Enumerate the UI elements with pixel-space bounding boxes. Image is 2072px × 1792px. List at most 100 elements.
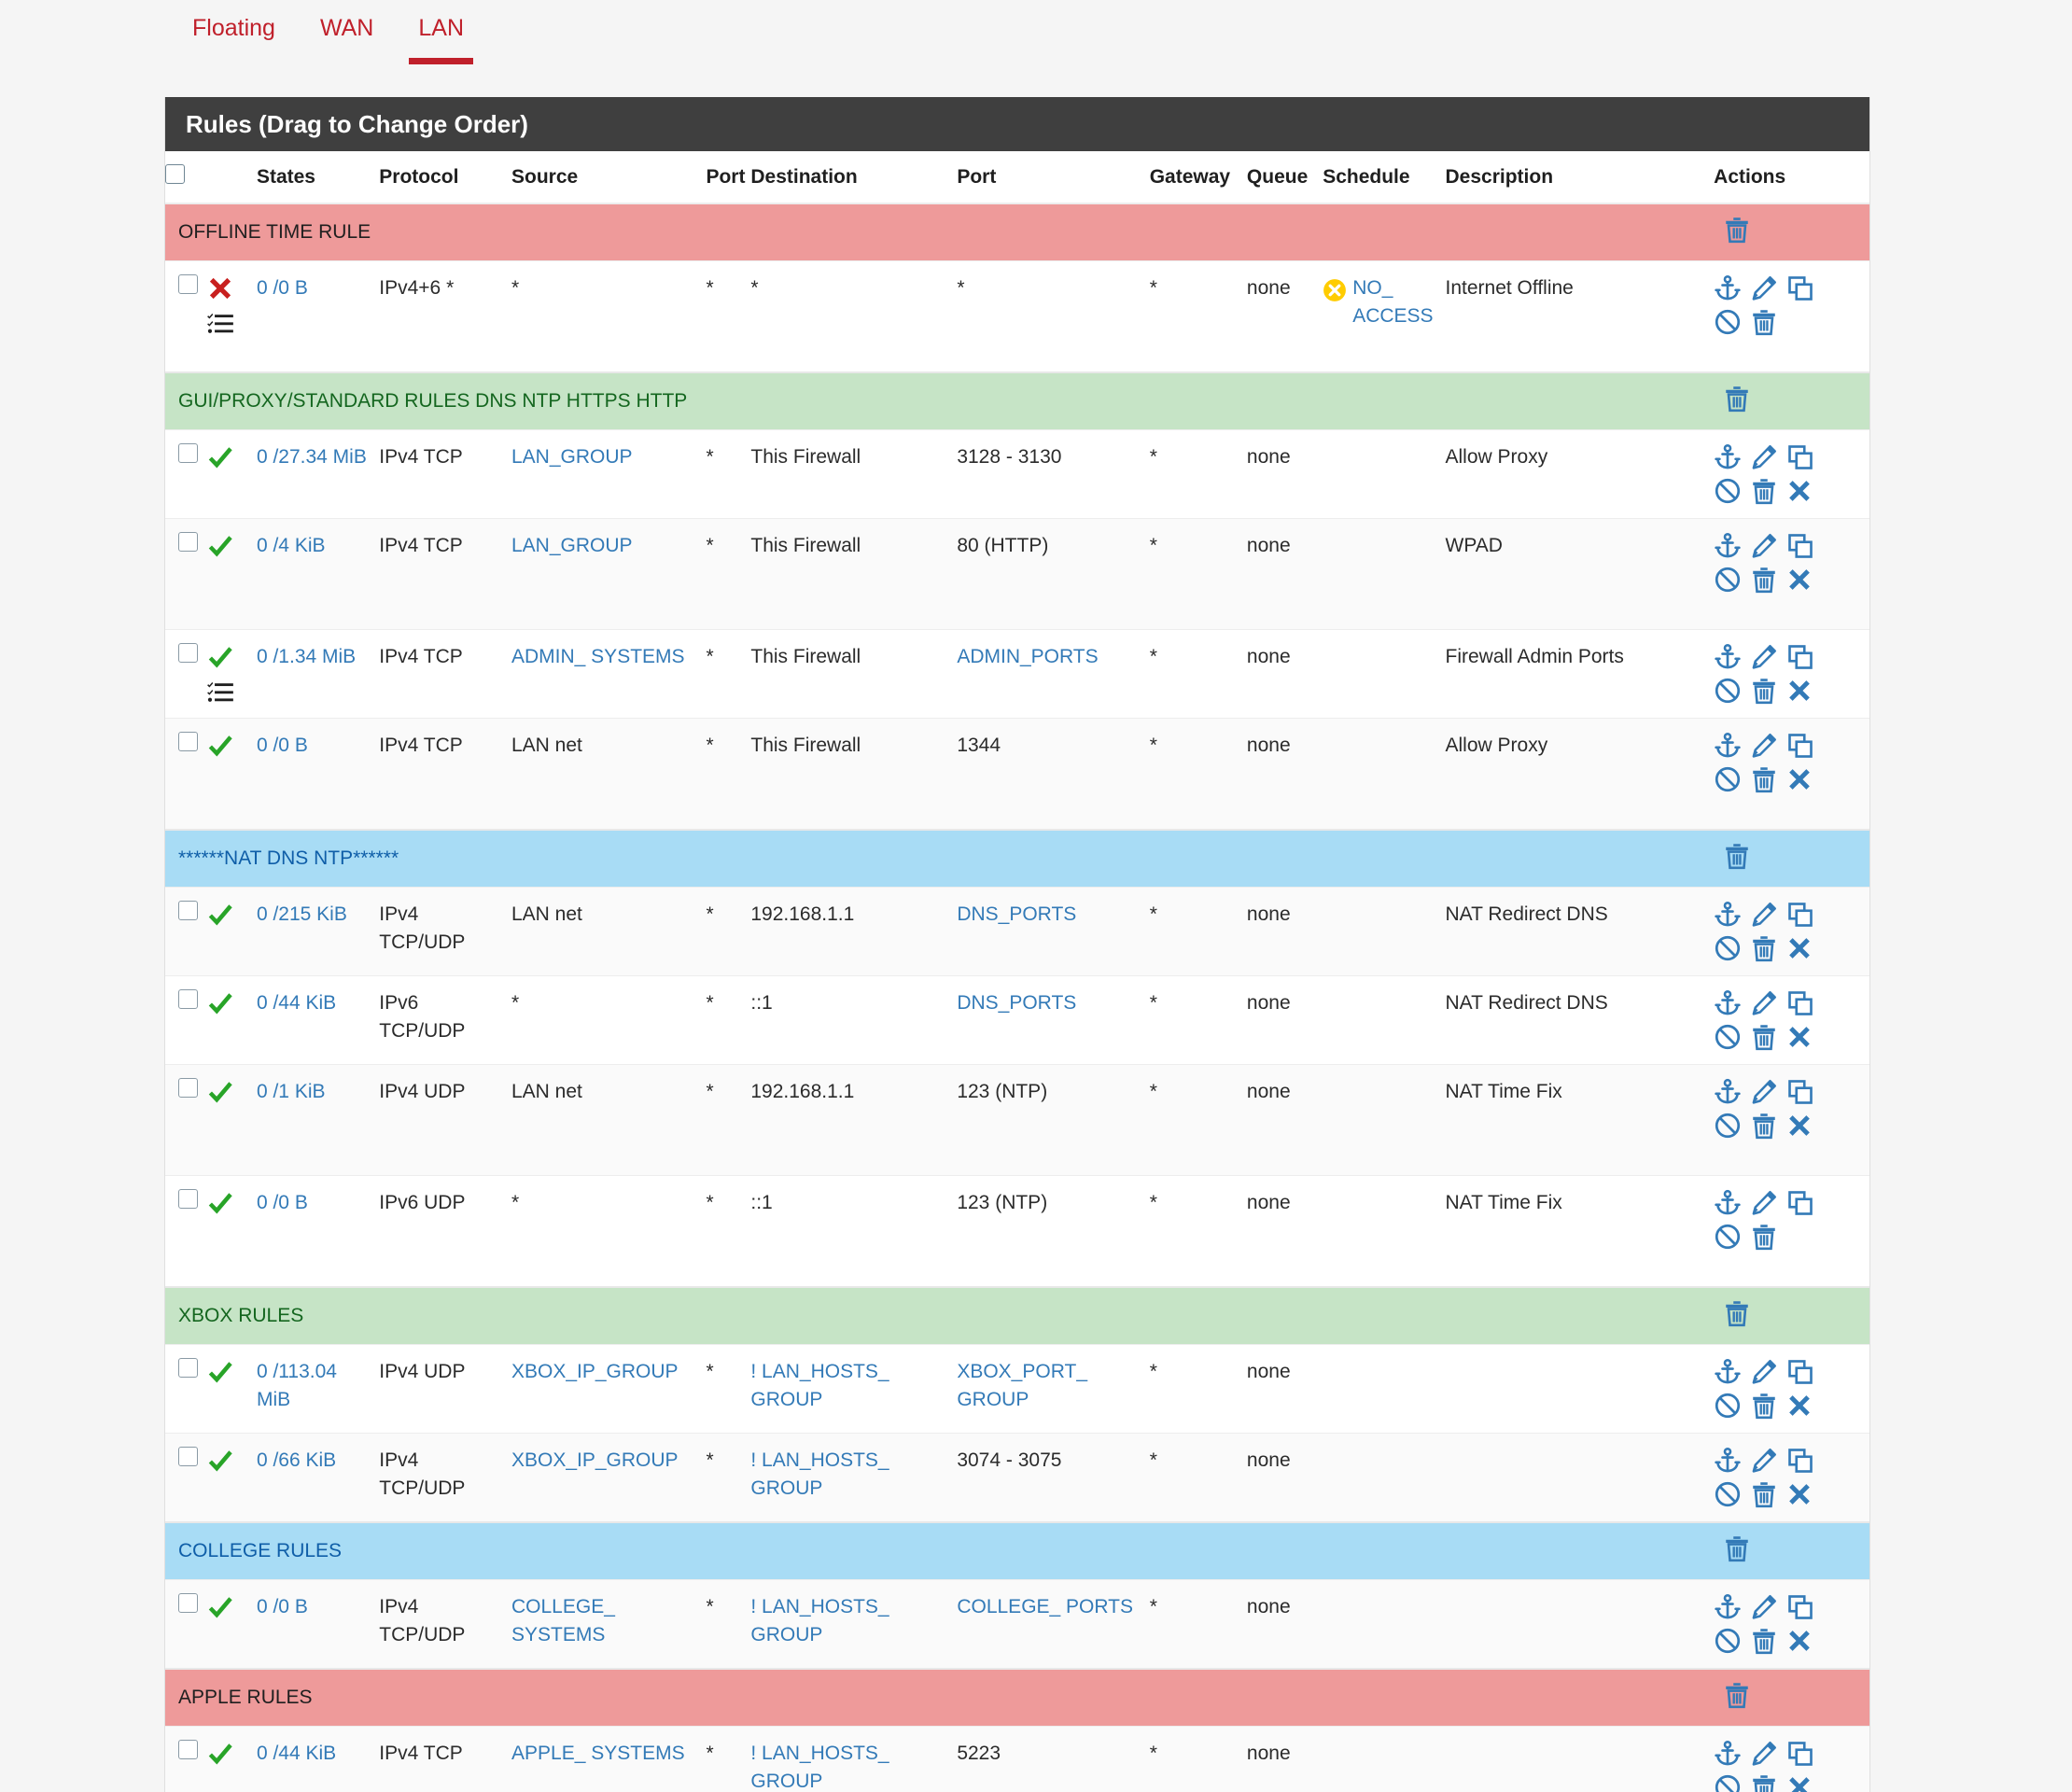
copy-icon[interactable]	[1786, 532, 1814, 560]
pencil-icon[interactable]	[1750, 1740, 1778, 1768]
table-row[interactable]: 0 /1.34 MiB IPv4 TCP ADMIN_ SYSTEMS * This F…	[165, 629, 1869, 719]
ban-icon[interactable]	[1714, 1627, 1742, 1655]
rule-destination-link[interactable]: ! LAN_HOSTS_ GROUP	[750, 1449, 889, 1499]
copy-icon[interactable]	[1786, 1078, 1814, 1106]
trash-icon[interactable]	[1723, 1681, 1751, 1709]
ban-icon[interactable]	[1714, 1480, 1742, 1508]
anchor-icon[interactable]	[1714, 1447, 1742, 1475]
rule-source-link[interactable]: XBOX_IP_GROUP	[511, 1449, 679, 1471]
tab-floating[interactable]: Floating	[170, 0, 298, 55]
x-icon[interactable]	[1786, 1113, 1813, 1139]
ban-icon[interactable]	[1714, 1223, 1742, 1251]
anchor-icon[interactable]	[1714, 1358, 1742, 1386]
trash-icon[interactable]	[1750, 934, 1778, 962]
copy-icon[interactable]	[1786, 443, 1814, 471]
ban-icon[interactable]	[1714, 477, 1742, 505]
ban-icon[interactable]	[1714, 1112, 1742, 1140]
table-row[interactable]: 0 /0 B IPv4+6 * * * * * * none NO_ ACCESS Interne…	[165, 260, 1869, 372]
anchor-icon[interactable]	[1714, 532, 1742, 560]
tab-wan[interactable]: WAN	[298, 0, 396, 55]
trash-icon[interactable]	[1750, 308, 1778, 336]
trash-icon[interactable]	[1723, 842, 1751, 870]
row-checkbox[interactable]	[178, 1593, 198, 1613]
pencil-icon[interactable]	[1750, 443, 1778, 471]
states-link[interactable]: 0 /1 KiB	[257, 1081, 326, 1102]
row-checkbox[interactable]	[178, 274, 198, 294]
states-link[interactable]: 0 /0 B	[257, 735, 308, 756]
ban-icon[interactable]	[1714, 934, 1742, 962]
rule-dest-port-link[interactable]: COLLEGE_ PORTS	[957, 1596, 1133, 1617]
trash-icon[interactable]	[1750, 1627, 1778, 1655]
rule-dest-port-link[interactable]: ADMIN_PORTS	[957, 646, 1098, 667]
x-icon[interactable]	[1786, 935, 1813, 961]
x-icon[interactable]	[1786, 1393, 1813, 1419]
anchor-icon[interactable]	[1714, 732, 1742, 760]
rule-dest-port-link[interactable]: DNS_PORTS	[957, 903, 1076, 925]
x-icon[interactable]	[1786, 766, 1813, 792]
anchor-icon[interactable]	[1714, 643, 1742, 671]
rule-dest-port-link[interactable]: DNS_PORTS	[957, 992, 1076, 1014]
x-icon[interactable]	[1786, 678, 1813, 704]
ban-icon[interactable]	[1714, 566, 1742, 594]
x-icon[interactable]	[1786, 1024, 1813, 1050]
row-checkbox[interactable]	[178, 1358, 198, 1378]
rule-destination-link[interactable]: ! LAN_HOSTS_ GROUP	[750, 1743, 889, 1792]
copy-icon[interactable]	[1786, 1593, 1814, 1621]
pencil-icon[interactable]	[1750, 274, 1778, 302]
table-row[interactable]: 0 /27.34 MiB IPv4 TCP LAN_GROUP * This Firew…	[165, 429, 1869, 519]
row-checkbox[interactable]	[178, 1447, 198, 1466]
states-link[interactable]: 0 /4 KiB	[257, 535, 326, 556]
trash-icon[interactable]	[1723, 1534, 1751, 1562]
trash-icon[interactable]	[1750, 1480, 1778, 1508]
states-link[interactable]: 0 /44 KiB	[257, 1743, 336, 1764]
row-checkbox[interactable]	[178, 443, 198, 463]
pencil-icon[interactable]	[1750, 989, 1778, 1017]
trash-icon[interactable]	[1750, 765, 1778, 793]
copy-icon[interactable]	[1786, 274, 1814, 302]
trash-icon[interactable]	[1750, 1223, 1778, 1251]
schedule-link[interactable]: NO_ ACCESS	[1352, 274, 1439, 330]
table-row[interactable]: 0 /215 KiB IPv4 TCP/UDP LAN net * 192.168.1.…	[165, 887, 1869, 976]
pencil-icon[interactable]	[1750, 901, 1778, 929]
table-row[interactable]: 0 /44 KiB IPv6 TCP/UDP * *::1 DNS_PORTS * none…	[165, 975, 1869, 1065]
anchor-icon[interactable]	[1714, 443, 1742, 471]
states-link[interactable]: 0 /0 B	[257, 277, 308, 299]
anchor-icon[interactable]	[1714, 901, 1742, 929]
copy-icon[interactable]	[1786, 901, 1814, 929]
copy-icon[interactable]	[1786, 732, 1814, 760]
trash-icon[interactable]	[1723, 1299, 1751, 1327]
row-checkbox[interactable]	[178, 732, 198, 751]
copy-icon[interactable]	[1786, 643, 1814, 671]
row-checkbox[interactable]	[178, 1189, 198, 1209]
ban-icon[interactable]	[1714, 308, 1742, 336]
ban-icon[interactable]	[1714, 677, 1742, 705]
rule-source-link[interactable]: LAN_GROUP	[511, 535, 633, 556]
anchor-icon[interactable]	[1714, 989, 1742, 1017]
trash-icon[interactable]	[1750, 677, 1778, 705]
table-row[interactable]: 0 /66 KiB IPv4 TCP/UDP XBOX_IP_GROUP * ! LAN…	[165, 1433, 1869, 1522]
x-icon[interactable]	[1786, 567, 1813, 593]
trash-icon[interactable]	[1750, 1773, 1778, 1792]
rule-dest-port-link[interactable]: XBOX_PORT_ GROUP	[957, 1361, 1087, 1410]
tab-lan[interactable]: LAN	[396, 0, 486, 64]
x-icon[interactable]	[1786, 1774, 1813, 1792]
pencil-icon[interactable]	[1750, 532, 1778, 560]
trash-icon[interactable]	[1750, 1392, 1778, 1420]
copy-icon[interactable]	[1786, 1447, 1814, 1475]
anchor-icon[interactable]	[1714, 274, 1742, 302]
states-link[interactable]: 0 /215 KiB	[257, 903, 347, 925]
rule-destination-link[interactable]: ! LAN_HOSTS_ GROUP	[750, 1361, 889, 1410]
trash-icon[interactable]	[1750, 477, 1778, 505]
table-row[interactable]: 0 /0 B IPv4 TCP LAN net * This Firewall 1344 *…	[165, 718, 1869, 830]
ban-icon[interactable]	[1714, 1023, 1742, 1051]
pencil-icon[interactable]	[1750, 1447, 1778, 1475]
copy-icon[interactable]	[1786, 1189, 1814, 1217]
ban-icon[interactable]	[1714, 765, 1742, 793]
rule-source-link[interactable]: LAN_GROUP	[511, 446, 633, 468]
states-link[interactable]: 0 /44 KiB	[257, 992, 336, 1014]
pencil-icon[interactable]	[1750, 732, 1778, 760]
table-row[interactable]: 0 /0 B IPv4 TCP/UDP COLLEGE_ SYSTEMS * ! LAN…	[165, 1579, 1869, 1669]
row-checkbox[interactable]	[178, 1740, 198, 1759]
states-link[interactable]: 0 /0 B	[257, 1596, 308, 1617]
rule-source-link[interactable]: APPLE_ SYSTEMS	[511, 1743, 685, 1764]
